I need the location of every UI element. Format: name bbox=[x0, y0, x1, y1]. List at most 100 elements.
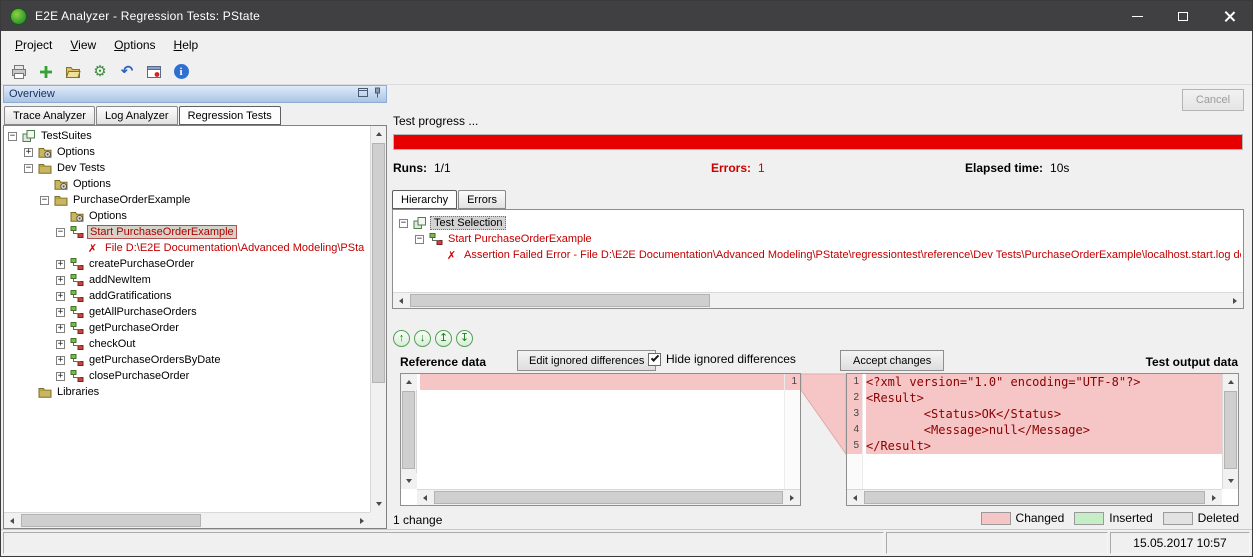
goto-next-difference-button[interactable]: ↓ bbox=[414, 330, 431, 347]
test-output-data-pane[interactable]: 12345 <?xml version="1.0" encoding="UTF-… bbox=[846, 373, 1239, 506]
tab-errors[interactable]: Errors bbox=[458, 190, 506, 209]
tree-expander[interactable]: − bbox=[8, 132, 17, 141]
scroll-thumb[interactable] bbox=[402, 391, 415, 469]
tree-item-label[interactable]: Dev Tests bbox=[55, 162, 107, 174]
scroll-thumb[interactable] bbox=[372, 143, 385, 383]
tree-expander[interactable]: − bbox=[24, 164, 33, 173]
tree-item-label[interactable]: TestSuites bbox=[39, 130, 94, 142]
reference-horizontal-scrollbar[interactable] bbox=[417, 489, 800, 505]
tree-item-label[interactable]: Test Selection bbox=[430, 216, 506, 230]
test-output-data-content[interactable]: <?xml version="1.0" encoding="UTF-8"?><R… bbox=[863, 374, 1222, 489]
menu-item-help[interactable]: Help bbox=[165, 33, 208, 57]
tree-item-label[interactable]: getAllPurchaseOrders bbox=[87, 306, 199, 318]
tree-item-label[interactable]: addNewItem bbox=[87, 274, 153, 286]
tree-expander[interactable]: + bbox=[56, 308, 65, 317]
tree-item-label[interactable]: Start PurchaseOrderExample bbox=[87, 225, 237, 239]
tree-item-label[interactable]: PurchaseOrderExample bbox=[71, 194, 192, 206]
menu-item-options[interactable]: Options bbox=[105, 33, 164, 57]
tree-expander[interactable]: − bbox=[40, 196, 49, 205]
hierarchy-tree[interactable]: −Test Selection−Start PurchaseOrderExamp… bbox=[396, 215, 1241, 291]
scroll-thumb[interactable] bbox=[410, 294, 710, 307]
scroll-right-button[interactable] bbox=[1206, 490, 1222, 506]
tree-expander[interactable]: + bbox=[56, 324, 65, 333]
goto-last-difference-button[interactable]: ↧ bbox=[456, 330, 473, 347]
tree-item-label[interactable]: Options bbox=[55, 146, 97, 158]
scroll-thumb[interactable] bbox=[21, 514, 201, 527]
tree-item-label[interactable]: checkOut bbox=[87, 338, 137, 350]
accept-changes-button[interactable]: Accept changes bbox=[840, 350, 944, 371]
tree-expander[interactable]: + bbox=[56, 356, 65, 365]
edit-ignored-differences-button[interactable]: Edit ignored differences bbox=[517, 350, 656, 371]
maximize-button[interactable] bbox=[1160, 1, 1206, 31]
scroll-right-button[interactable] bbox=[784, 490, 800, 506]
output-horizontal-scrollbar[interactable] bbox=[847, 489, 1222, 505]
tree-item-label[interactable]: getPurchaseOrder bbox=[87, 322, 181, 334]
minimize-button[interactable] bbox=[1114, 1, 1160, 31]
tree-expander[interactable]: + bbox=[56, 276, 65, 285]
scroll-thumb[interactable] bbox=[1224, 391, 1237, 469]
scroll-left-button[interactable] bbox=[393, 293, 409, 309]
scroll-down-button[interactable] bbox=[401, 473, 417, 489]
hide-ignored-label[interactable]: Hide ignored differences bbox=[666, 352, 796, 366]
scroll-right-button[interactable] bbox=[354, 513, 370, 529]
scroll-thumb[interactable] bbox=[864, 491, 1205, 504]
tree-expander[interactable]: − bbox=[399, 219, 408, 228]
scroll-right-button[interactable] bbox=[1227, 293, 1243, 309]
tree-item-label[interactable]: File D:\E2E Documentation\Advanced Model… bbox=[103, 242, 366, 254]
title-bar[interactable]: E2E Analyzer - Regression Tests: PState bbox=[1, 1, 1252, 31]
pin-icon[interactable] bbox=[373, 87, 382, 101]
tree-item-label[interactable]: getPurchaseOrdersByDate bbox=[87, 354, 222, 366]
open-folder-button[interactable] bbox=[62, 61, 84, 83]
scroll-left-button[interactable] bbox=[417, 490, 433, 506]
hide-ignored-checkbox[interactable] bbox=[648, 353, 661, 366]
tree-item-label[interactable]: Start PurchaseOrderExample bbox=[446, 233, 594, 245]
scroll-up-button[interactable] bbox=[1223, 374, 1239, 390]
tree-item-label[interactable]: Options bbox=[87, 210, 129, 222]
goto-first-difference-button[interactable]: ↥ bbox=[435, 330, 452, 347]
tree-item-label[interactable]: closePurchaseOrder bbox=[87, 370, 191, 382]
tree-expander[interactable]: + bbox=[56, 292, 65, 301]
goto-previous-difference-button[interactable]: ↑ bbox=[393, 330, 410, 347]
tree-expander[interactable]: − bbox=[56, 228, 65, 237]
tree-item-label[interactable]: Assertion Failed Error - File D:\E2E Doc… bbox=[462, 249, 1241, 261]
settings-button[interactable]: ⚙ bbox=[89, 61, 111, 83]
scroll-up-button[interactable] bbox=[371, 126, 387, 142]
print-button[interactable] bbox=[8, 61, 30, 83]
info-button[interactable]: i bbox=[170, 61, 192, 83]
tree-expander[interactable]: + bbox=[24, 148, 33, 157]
cancel-button[interactable]: Cancel bbox=[1182, 89, 1244, 111]
float-window-icon[interactable] bbox=[358, 88, 368, 100]
reference-vertical-scrollbar[interactable] bbox=[401, 374, 417, 489]
scroll-down-button[interactable] bbox=[371, 496, 387, 512]
overview-horizontal-scrollbar[interactable] bbox=[4, 512, 370, 528]
overview-vertical-scrollbar[interactable] bbox=[370, 126, 386, 512]
tab-hierarchy[interactable]: Hierarchy bbox=[392, 190, 457, 209]
report-button[interactable] bbox=[143, 61, 165, 83]
testsuites-tree[interactable]: − TestSuites + Options − Dev Tests Options − Pur… bbox=[5, 128, 369, 511]
tab-log-analyzer[interactable]: Log Analyzer bbox=[96, 106, 178, 125]
scroll-thumb[interactable] bbox=[434, 491, 783, 504]
tree-expander[interactable]: − bbox=[415, 235, 424, 244]
overview-panel-header[interactable]: Overview bbox=[3, 85, 387, 103]
scroll-left-button[interactable] bbox=[4, 513, 20, 529]
add-button[interactable] bbox=[35, 61, 57, 83]
tree-item-label[interactable]: Libraries bbox=[55, 386, 101, 398]
reference-data-pane[interactable]: 1 bbox=[400, 373, 801, 506]
scroll-down-button[interactable] bbox=[1223, 473, 1239, 489]
tab-trace-analyzer[interactable]: Trace Analyzer bbox=[4, 106, 95, 125]
close-button[interactable] bbox=[1206, 1, 1252, 31]
tab-regression-tests[interactable]: Regression Tests bbox=[179, 106, 281, 125]
tree-item-label[interactable]: Options bbox=[71, 178, 113, 190]
reference-data-content[interactable] bbox=[417, 374, 784, 489]
output-vertical-scrollbar[interactable] bbox=[1222, 374, 1238, 489]
tree-item-label[interactable]: addGratifications bbox=[87, 290, 174, 302]
hierarchy-horizontal-scrollbar[interactable] bbox=[393, 292, 1243, 308]
menu-item-view[interactable]: View bbox=[61, 33, 105, 57]
undo-button[interactable]: ↶ bbox=[116, 61, 138, 83]
tree-expander[interactable]: + bbox=[56, 340, 65, 349]
tree-item-label[interactable]: createPurchaseOrder bbox=[87, 258, 196, 270]
tree-expander[interactable]: + bbox=[56, 260, 65, 269]
scroll-up-button[interactable] bbox=[401, 374, 417, 390]
tree-expander[interactable]: + bbox=[56, 372, 65, 381]
scroll-left-button[interactable] bbox=[847, 490, 863, 506]
